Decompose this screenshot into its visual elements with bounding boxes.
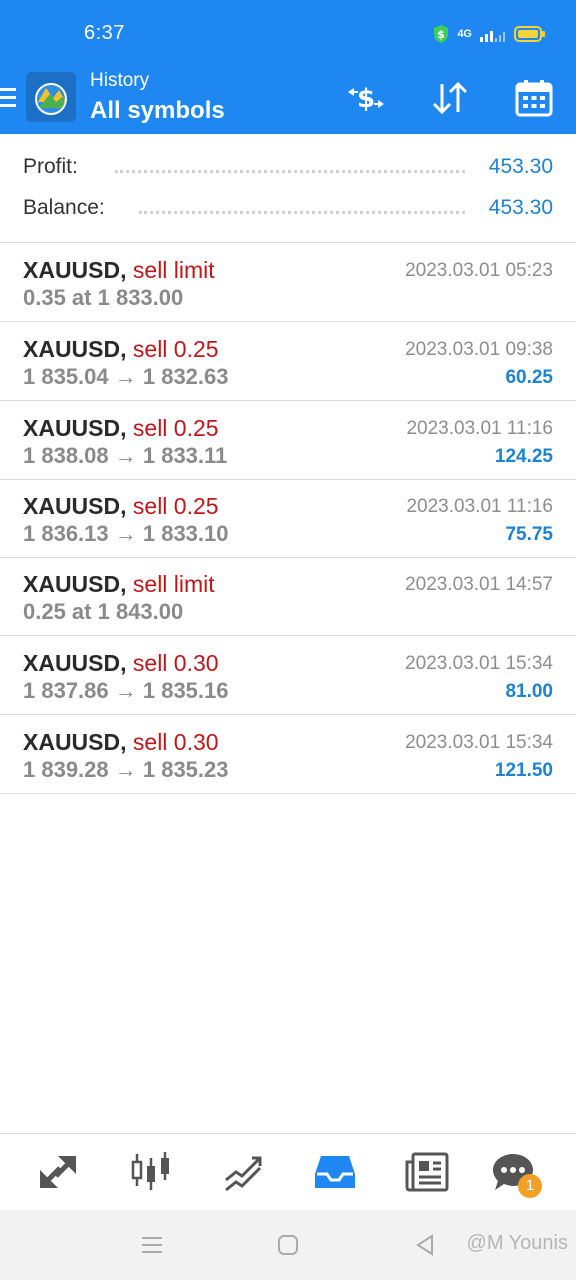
deal-profit: 124.25 (494, 446, 553, 467)
tab-chat[interactable]: 1 (488, 1148, 542, 1198)
shield-dollar-icon: $ (434, 25, 449, 43)
battery-icon (514, 26, 545, 42)
bottom-tab-bar: 1 (0, 1133, 576, 1210)
deal-type: sell 0.30 (132, 650, 219, 676)
deal-symbol: XAUUSD, sell 0.30 (23, 650, 219, 676)
back-icon (416, 1234, 433, 1256)
deal-row[interactable]: XAUUSD, sell 0.30 1 839.28 → 1 835.23 20… (0, 715, 576, 794)
deal-time: 2023.03.01 05:23 (405, 260, 553, 281)
tab-news[interactable] (402, 1148, 452, 1196)
deal-symbol: XAUUSD, sell 0.25 (23, 336, 219, 362)
back-button[interactable] (412, 1232, 438, 1258)
profit-value: 453.30 (488, 155, 553, 178)
header-subtitle: History (90, 70, 150, 91)
deal-details: 1 835.04 → 1 832.63 (23, 364, 229, 389)
dollar-arrows-icon: $ (348, 84, 384, 114)
deal-type: sell limit (132, 571, 215, 597)
tab-chart[interactable] (126, 1148, 176, 1196)
svg-text:$: $ (357, 84, 375, 114)
home-icon (278, 1235, 298, 1255)
quotes-arrows-icon (40, 1156, 76, 1188)
deal-row[interactable]: XAUUSD, sell limit 0.35 at 1 833.00 2023… (0, 243, 576, 322)
app-header: History All symbols $ (0, 70, 576, 134)
sort-button[interactable] (428, 76, 472, 120)
deal-type: sell 0.25 (132, 493, 219, 519)
metatrader-logo-icon (26, 72, 76, 122)
tab-trade[interactable] (219, 1148, 269, 1196)
profit-label: Profit: (23, 155, 78, 178)
deal-symbol: XAUUSD, sell 0.25 (23, 415, 219, 441)
deal-row[interactable]: XAUUSD, sell 0.25 1 835.04 → 1 832.63 20… (0, 322, 576, 401)
balance-label: Balance: (23, 196, 105, 219)
deal-symbol: XAUUSD, sell limit (23, 257, 215, 283)
status-time: 6:37 (84, 22, 125, 44)
network-type-label: 4G (457, 28, 472, 40)
trade-chart-icon (225, 1156, 262, 1192)
signal-strength-icon (480, 31, 505, 42)
deal-profit: 60.25 (505, 367, 553, 388)
deal-symbol: XAUUSD, sell 0.25 (23, 493, 219, 519)
recent-apps-icon (142, 1237, 162, 1253)
chat-badge: 1 (518, 1174, 542, 1198)
deal-details: 1 838.08 → 1 833.11 (23, 443, 228, 468)
news-icon (405, 1152, 449, 1192)
calendar-button[interactable] (512, 76, 556, 120)
deal-symbol: XAUUSD, sell limit (23, 571, 215, 597)
profit-row: Profit: 453.30 (23, 155, 553, 185)
deal-type: sell 0.30 (132, 729, 219, 755)
deal-row[interactable]: XAUUSD, sell 0.25 1 836.13 → 1 833.10 20… (0, 479, 576, 558)
history-inbox-icon (315, 1156, 355, 1188)
deal-time: 2023.03.01 15:34 (405, 732, 553, 753)
tab-quotes[interactable] (33, 1148, 83, 1196)
menu-icon[interactable] (0, 86, 16, 110)
deal-time: 2023.03.01 15:34 (405, 653, 553, 674)
deal-type: sell 0.25 (132, 415, 219, 441)
deal-row[interactable]: XAUUSD, sell 0.30 1 837.86 → 1 835.16 20… (0, 636, 576, 715)
deal-profit: 81.00 (505, 681, 553, 702)
system-navigation-bar: @M Younis (0, 1210, 576, 1280)
deal-symbol: XAUUSD, sell 0.30 (23, 729, 219, 755)
dotted-leader (139, 211, 465, 214)
status-bar: 6:37 $ 4G (0, 0, 576, 70)
deal-profit: 75.75 (505, 524, 553, 545)
deal-details: 1 836.13 → 1 833.10 (23, 521, 229, 546)
dotted-leader (115, 170, 465, 173)
svg-text:$: $ (437, 28, 445, 41)
deal-time: 2023.03.01 14:57 (405, 574, 553, 595)
candlestick-chart-icon (131, 1152, 169, 1190)
deposit-withdraw-button[interactable]: $ (344, 76, 388, 120)
deal-row[interactable]: XAUUSD, sell limit 0.25 at 1 843.00 2023… (0, 557, 576, 636)
deal-details: 1 839.28 → 1 835.23 (23, 757, 229, 782)
sort-arrows-icon (432, 81, 468, 115)
deal-row[interactable]: XAUUSD, sell 0.25 1 838.08 → 1 833.11 20… (0, 401, 576, 480)
deal-type: sell limit (132, 257, 215, 283)
deal-time: 2023.03.01 11:16 (406, 496, 553, 517)
calendar-icon (515, 80, 553, 117)
deal-details: 0.25 at 1 843.00 (23, 599, 184, 624)
balance-row: Balance: 453.30 (23, 196, 553, 226)
watermark: @M Younis (466, 1232, 568, 1254)
deal-type: sell 0.25 (132, 336, 219, 362)
deal-details: 0.35 at 1 833.00 (23, 285, 184, 310)
deal-details: 1 837.86 → 1 835.16 (23, 678, 229, 703)
balance-value: 453.30 (488, 196, 553, 219)
recent-apps-button[interactable] (139, 1232, 165, 1258)
tab-history[interactable] (310, 1148, 360, 1196)
deal-time: 2023.03.01 09:38 (405, 339, 553, 360)
home-button[interactable] (275, 1232, 301, 1258)
status-icons: $ 4G (433, 24, 546, 44)
header-title[interactable]: All symbols (90, 97, 225, 125)
deal-profit: 121.50 (494, 760, 553, 781)
history-summary: Profit: 453.30 Balance: 453.30 (0, 134, 576, 243)
deal-time: 2023.03.01 11:16 (406, 418, 553, 439)
